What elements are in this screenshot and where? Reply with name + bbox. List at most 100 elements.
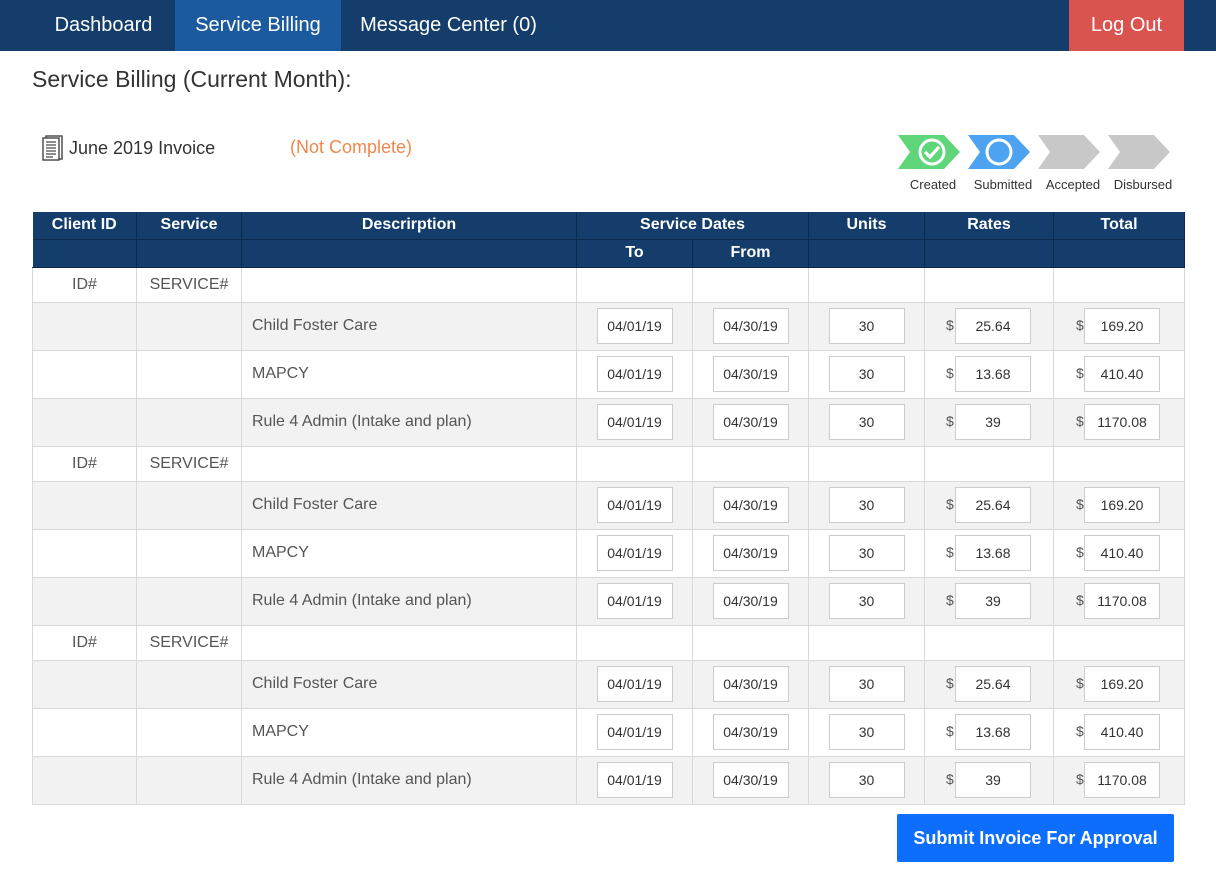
header-blank	[808, 239, 925, 268]
rate-field[interactable]: 13.68	[955, 534, 1031, 571]
page-title: Service Billing (Current Month):	[32, 66, 352, 92]
total-field[interactable]: 1170.08	[1084, 582, 1160, 619]
nav-service-billing[interactable]: Service Billing	[175, 0, 341, 51]
top-nav: Dashboard Service Billing Message Center…	[0, 0, 1216, 51]
from-date-field[interactable]: 04/30/19	[712, 404, 789, 440]
empty-cell	[241, 266, 577, 303]
empty-cell	[1053, 266, 1185, 303]
empty-cell	[32, 301, 137, 351]
description-cell: Rule 4 Admin (Intake and plan)	[241, 397, 577, 447]
total-field[interactable]: 169.20	[1084, 486, 1160, 523]
rate-field[interactable]: 39	[955, 582, 1031, 619]
from-date-cell: 04/30/19	[692, 576, 809, 626]
units-field[interactable]: 30	[828, 762, 905, 798]
from-date-cell: 04/30/19	[692, 301, 809, 351]
rate-cell: $25.64	[924, 301, 1054, 351]
rate-field[interactable]: 39	[955, 403, 1031, 440]
from-date-field[interactable]: 04/30/19	[712, 308, 789, 344]
total-cell: $1170.08	[1053, 397, 1185, 447]
step-created: Created	[898, 135, 968, 192]
client-row: ID# SERVICE#	[32, 624, 1185, 661]
units-field[interactable]: 30	[828, 356, 905, 392]
total-field[interactable]: 1170.08	[1084, 761, 1160, 798]
empty-cell	[32, 480, 137, 530]
rate-field[interactable]: 13.68	[955, 355, 1031, 392]
total-field[interactable]: 169.20	[1084, 307, 1160, 344]
total-currency-symbol: $	[1076, 316, 1084, 333]
empty-cell	[808, 445, 925, 482]
units-field[interactable]: 30	[828, 583, 905, 619]
units-cell: 30	[808, 707, 925, 757]
to-date-cell: 04/01/19	[576, 480, 693, 530]
empty-cell	[924, 445, 1054, 482]
units-field[interactable]: 30	[828, 487, 905, 523]
from-date-field[interactable]: 04/30/19	[712, 714, 789, 750]
header-to: To	[576, 239, 693, 268]
service-line-row: Child Foster Care 04/01/19 04/30/19 30 $25.6…	[32, 480, 1185, 530]
client-id-cell: ID#	[32, 266, 137, 303]
to-date-field[interactable]: 04/01/19	[596, 308, 673, 344]
to-date-field[interactable]: 04/01/19	[596, 762, 673, 798]
client-id-cell: ID#	[32, 445, 137, 482]
empty-cell	[576, 266, 693, 303]
invoice-document-icon[interactable]	[42, 135, 64, 161]
description-cell: Child Foster Care	[241, 301, 577, 351]
empty-cell	[692, 266, 809, 303]
total-field[interactable]: 169.20	[1084, 665, 1160, 702]
rate-field[interactable]: 25.64	[955, 665, 1031, 702]
from-date-field[interactable]: 04/30/19	[712, 487, 789, 523]
empty-cell	[136, 528, 242, 578]
to-date-field[interactable]: 04/01/19	[596, 714, 673, 750]
empty-cell	[32, 528, 137, 578]
rate-cell: $25.64	[924, 480, 1054, 530]
from-date-field[interactable]: 04/30/19	[712, 666, 789, 702]
empty-cell	[1053, 624, 1185, 661]
description-cell: Rule 4 Admin (Intake and plan)	[241, 755, 577, 805]
nav-message-center[interactable]: Message Center (0)	[341, 0, 556, 51]
total-field[interactable]: 410.40	[1084, 713, 1160, 750]
to-date-cell: 04/01/19	[576, 397, 693, 447]
empty-cell	[924, 266, 1054, 303]
units-field[interactable]: 30	[828, 666, 905, 702]
from-date-field[interactable]: 04/30/19	[712, 535, 789, 571]
total-currency-symbol: $	[1076, 495, 1084, 512]
total-field[interactable]: 410.40	[1084, 355, 1160, 392]
submit-invoice-button[interactable]: Submit Invoice For Approval	[897, 814, 1174, 862]
to-date-field[interactable]: 04/01/19	[596, 583, 673, 619]
to-date-field[interactable]: 04/01/19	[596, 487, 673, 523]
from-date-field[interactable]: 04/30/19	[712, 356, 789, 392]
units-field[interactable]: 30	[828, 308, 905, 344]
total-cell: $169.20	[1053, 659, 1185, 709]
to-date-field[interactable]: 04/01/19	[596, 535, 673, 571]
units-field[interactable]: 30	[828, 535, 905, 571]
total-field[interactable]: 410.40	[1084, 534, 1160, 571]
total-cell: $169.20	[1053, 301, 1185, 351]
total-cell: $410.40	[1053, 528, 1185, 578]
total-currency-symbol: $	[1076, 543, 1084, 560]
rate-cell: $39	[924, 397, 1054, 447]
empty-cell	[576, 624, 693, 661]
units-cell: 30	[808, 397, 925, 447]
to-date-field[interactable]: 04/01/19	[596, 356, 673, 392]
description-cell: Rule 4 Admin (Intake and plan)	[241, 576, 577, 626]
rate-field[interactable]: 25.64	[955, 486, 1031, 523]
to-date-field[interactable]: 04/01/19	[596, 666, 673, 702]
empty-cell	[576, 445, 693, 482]
service-line-row: MAPCY 04/01/19 04/30/19 30 $13.68 $410.40	[32, 707, 1185, 757]
rate-field[interactable]: 13.68	[955, 713, 1031, 750]
from-date-field[interactable]: 04/30/19	[712, 762, 789, 798]
rate-field[interactable]: 39	[955, 761, 1031, 798]
rate-currency-symbol: $	[946, 495, 954, 512]
nav-dashboard[interactable]: Dashboard	[32, 0, 175, 51]
to-date-field[interactable]: 04/01/19	[596, 404, 673, 440]
units-field[interactable]: 30	[828, 404, 905, 440]
empty-cell	[136, 707, 242, 757]
from-date-field[interactable]: 04/30/19	[712, 583, 789, 619]
units-field[interactable]: 30	[828, 714, 905, 750]
invoice-label[interactable]: June 2019 Invoice	[69, 138, 215, 159]
logout-button[interactable]: Log Out	[1069, 0, 1184, 51]
units-cell: 30	[808, 349, 925, 399]
total-field[interactable]: 1170.08	[1084, 403, 1160, 440]
empty-cell	[32, 659, 137, 709]
rate-field[interactable]: 25.64	[955, 307, 1031, 344]
